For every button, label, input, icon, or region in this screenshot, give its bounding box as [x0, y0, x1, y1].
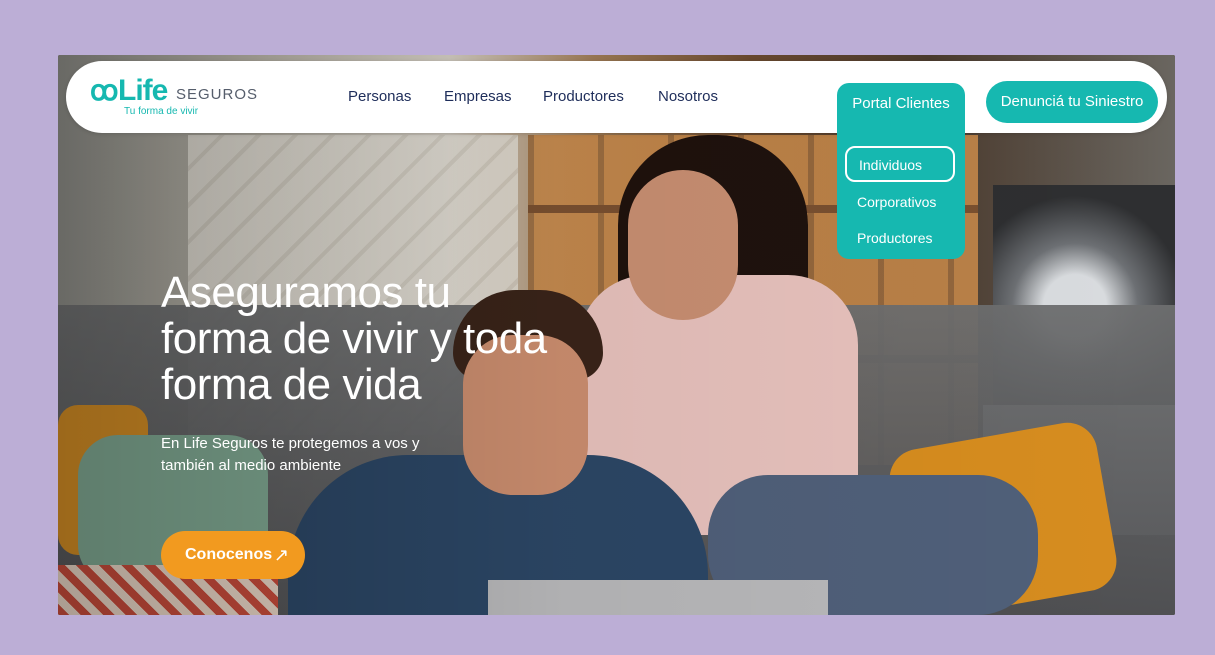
- website-viewport: Aseguramos tu forma de vivir y toda form…: [58, 55, 1175, 615]
- nav-personas[interactable]: Personas: [348, 88, 411, 106]
- nav-productores[interactable]: Productores: [543, 88, 624, 106]
- logo-suffix: SEGUROS: [176, 86, 259, 103]
- portal-clientes-dropdown[interactable]: Portal Clientes Individuos Corporativos …: [837, 83, 965, 259]
- logo-tagline: Tu forma de vivir: [124, 106, 199, 117]
- nav-empresas[interactable]: Empresas: [444, 88, 512, 106]
- hero-title: Aseguramos tu forma de vivir y toda form…: [161, 270, 621, 408]
- site-header: ꝏ Life SEGUROS Tu forma de vivir Persona…: [66, 61, 1167, 259]
- hero-subtitle: En Life Seguros te protegemos a vos y ta…: [161, 435, 420, 474]
- hero-title-line: forma de vivir y toda: [161, 314, 547, 363]
- nav-nosotros[interactable]: Nosotros: [658, 88, 718, 106]
- hero-title-line: Aseguramos tu: [161, 268, 451, 317]
- logo-wordmark: Life: [118, 74, 168, 107]
- portal-clientes-button[interactable]: Portal Clientes: [837, 95, 965, 113]
- portal-option-corporativos[interactable]: Corporativos: [857, 193, 936, 211]
- portal-option-individuos[interactable]: Individuos: [845, 146, 955, 182]
- portal-option-productores[interactable]: Productores: [857, 229, 932, 247]
- conocenos-button[interactable]: Conocenos ↗: [161, 531, 305, 579]
- hero-title-line: forma de vida: [161, 360, 422, 409]
- arrow-up-right-icon: ↗: [273, 545, 289, 565]
- life-logo-icon: ꝏ: [90, 75, 119, 106]
- denuncia-siniestro-button[interactable]: Denunciá tu Siniestro: [986, 81, 1158, 123]
- conocenos-label: Conocenos: [185, 546, 273, 563]
- life-seguros-logo[interactable]: ꝏ Life SEGUROS Tu forma de vivir: [90, 75, 260, 121]
